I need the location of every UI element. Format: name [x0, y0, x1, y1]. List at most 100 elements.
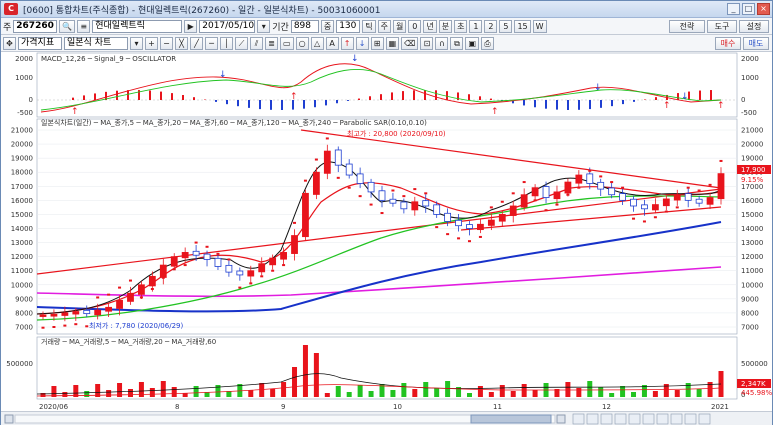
circle-tool-icon[interactable]: ○	[296, 37, 309, 50]
unit-week[interactable]: 주	[378, 20, 391, 33]
stock-code-input[interactable]: 267260	[13, 20, 57, 33]
play-icon[interactable]: ▶	[184, 20, 197, 33]
volume-bar	[467, 393, 472, 397]
period-input[interactable]: 898	[291, 20, 319, 33]
oscillator-bar	[94, 93, 96, 100]
unit-minute[interactable]: 분	[439, 20, 452, 33]
chart-area[interactable]: MACD_12,26 ─ Signal_9 ─ OSCILLATOR 2000 …	[1, 52, 772, 412]
market-type-label[interactable]: 주	[3, 20, 11, 33]
unit-1[interactable]: 1	[469, 20, 482, 33]
list-icon[interactable]: ≡	[77, 20, 90, 33]
maximize-icon[interactable]: □	[742, 3, 755, 15]
oscillator-bar	[556, 100, 558, 110]
macd-panel[interactable]: MACD_12,26 ─ Signal_9 ─ OSCILLATOR 2000 …	[15, 53, 759, 117]
unit-w[interactable]: W	[533, 20, 547, 33]
oscillator-bar	[127, 90, 129, 100]
grid-tool-icon[interactable]: ▦	[386, 37, 400, 50]
oscillator-bar	[490, 99, 492, 100]
candle-body	[302, 193, 308, 236]
trend-tool-icon[interactable]: ⟋	[235, 37, 248, 50]
scroll-right-icon[interactable]	[557, 415, 565, 423]
reset-icon[interactable]	[671, 414, 682, 424]
stock-name-field[interactable]: 현대일렉트릭	[92, 20, 182, 33]
fibo-tool-icon[interactable]: ≣	[265, 37, 278, 50]
close-icon[interactable]: ×	[757, 3, 770, 15]
candle-body	[204, 254, 210, 259]
first-icon[interactable]	[573, 414, 584, 424]
price-tick: 18000	[11, 169, 33, 177]
sar-dot	[381, 212, 384, 214]
unit-15[interactable]: 15	[514, 20, 530, 33]
buy-button[interactable]: 매수	[715, 37, 741, 50]
date-field[interactable]: 2017/05/10	[199, 20, 255, 33]
count-button[interactable]: 중	[321, 20, 334, 33]
fit-icon[interactable]	[657, 414, 668, 424]
x-label: 2020/06	[39, 403, 69, 411]
candle-body	[598, 182, 604, 189]
text-tool-icon[interactable]: A	[326, 37, 339, 50]
price-panel[interactable]: 일본식차트(일간) ─ MA_종가,5 ─ MA_종가,20 ─ MA_종가,6…	[11, 118, 771, 334]
unit-year[interactable]: 년	[423, 20, 436, 33]
channel-tool-icon[interactable]: ⫽	[250, 37, 263, 50]
print-tool-icon[interactable]: ⎙	[481, 37, 494, 50]
magnet-tool-icon[interactable]: ∩	[435, 37, 448, 50]
zoom-out-icon[interactable]	[629, 414, 640, 424]
unit-month[interactable]: 월	[393, 20, 406, 33]
ruler-tool-icon[interactable]: ⊞	[371, 37, 384, 50]
up-arrow-tool-icon[interactable]: ↑	[341, 37, 354, 50]
zoom-out-icon[interactable]: −	[160, 37, 173, 50]
strategy-button[interactable]: 전략	[669, 20, 705, 33]
sar-dot	[402, 195, 405, 197]
price-tick: 9000	[15, 295, 33, 303]
unit-tick[interactable]: 틱	[362, 20, 375, 33]
zoom-in-icon[interactable]: +	[145, 37, 158, 50]
vline-tool-icon[interactable]: │	[220, 37, 233, 50]
main-toolbar: 주 267260 🔍 ≡ 현대일렉트릭 ▶ 2017/05/10 ▾ 기간 89…	[1, 18, 772, 35]
chart-type-select[interactable]: 일본식 차트	[64, 37, 128, 50]
sell-button[interactable]: 매도	[743, 37, 769, 50]
cross-icon[interactable]: ╳	[175, 37, 188, 50]
volume-panel[interactable]: 거래량 ─ MA_거래량,5 ─ MA_거래량,20 ─ MA_거래량,60 5…	[6, 337, 772, 399]
scroll-thumb[interactable]	[471, 415, 551, 423]
refresh-icon[interactable]	[699, 414, 710, 424]
unit-2[interactable]: 2	[484, 20, 497, 33]
line-tool-icon[interactable]: ╱	[190, 37, 203, 50]
lock-tool-icon[interactable]: ⊡	[420, 37, 433, 50]
prev-icon[interactable]	[587, 414, 598, 424]
candle-body	[401, 202, 407, 209]
copy-tool-icon[interactable]: ⧉	[450, 37, 463, 50]
next-icon[interactable]	[601, 414, 612, 424]
sar-dot	[52, 326, 55, 328]
zoom-in-icon[interactable]	[643, 414, 654, 424]
down-arrow-tool-icon[interactable]: ↓	[356, 37, 369, 50]
sar-dot	[260, 275, 263, 277]
calendar-icon[interactable]: ▾	[257, 20, 270, 33]
minimize-icon[interactable]: _	[727, 3, 740, 15]
down-arrow-icon: ↓	[681, 92, 689, 102]
up-arrow-icon: ↑	[663, 101, 671, 111]
scroll-left-icon[interactable]	[5, 415, 13, 423]
hline-tool-icon[interactable]: ─	[205, 37, 218, 50]
arrow-icon[interactable]: ✥	[3, 37, 16, 50]
volume-bar	[587, 381, 592, 397]
tools-button[interactable]: 도구	[707, 20, 737, 33]
last-icon[interactable]	[615, 414, 626, 424]
search-icon[interactable]: 🔍	[59, 20, 75, 33]
rect-tool-icon[interactable]: ▭	[280, 37, 294, 50]
dropdown-icon[interactable]: ▾	[130, 37, 143, 50]
triangle-tool-icon[interactable]: △	[311, 37, 324, 50]
sync-icon[interactable]	[685, 414, 696, 424]
unit-zero[interactable]: 0	[408, 20, 421, 33]
unit-second[interactable]: 초	[454, 20, 467, 33]
price-index-select[interactable]: 가격지표	[18, 37, 62, 50]
settings-button[interactable]: 설정	[739, 20, 769, 33]
price-tick-right: 8000	[741, 309, 759, 317]
candle-body	[620, 194, 626, 201]
unit-5[interactable]: 5	[499, 20, 512, 33]
sar-dot	[348, 187, 351, 189]
count-input[interactable]: 130	[336, 20, 360, 33]
scroll-bar[interactable]	[1, 411, 772, 425]
erase-tool-icon[interactable]: ⌫	[401, 37, 418, 50]
save-tool-icon[interactable]: ▣	[465, 37, 479, 50]
x-label: 2021	[711, 403, 729, 411]
